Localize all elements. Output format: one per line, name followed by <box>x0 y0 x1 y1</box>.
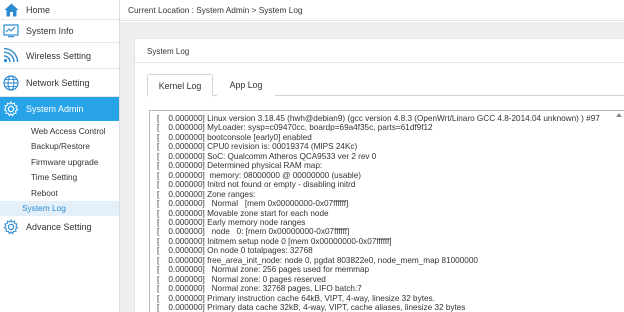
sidebar-item-label: System Admin <box>26 104 84 114</box>
sidebar-subitem-label: Web Access Control <box>31 125 106 136</box>
log-line: [ 0.000000] Initmem setup node 0 [mem 0x… <box>157 236 392 246</box>
sidebar-item-home[interactable]: Home <box>0 0 119 20</box>
log-line: [ 0.000000] Early memory node ranges <box>157 217 306 227</box>
top-bar: Current Location : System Admin > System… <box>120 0 624 21</box>
sidebar-item-label: Home <box>26 4 51 15</box>
log-line: [ 0.000000] CPU0 revision is: 00019374 (… <box>157 142 358 152</box>
gear-icon <box>3 219 19 235</box>
breadcrumb: Current Location : System Admin > System… <box>128 5 303 15</box>
sidebar-subitem-reboot[interactable]: Reboot <box>0 185 119 201</box>
monitor-icon <box>3 23 19 39</box>
log-line: [ 0.000000] Zone ranges: <box>157 189 256 199</box>
log-lines: [ 0.000000] Linux version 3.18.45 (hwh@d… <box>157 114 614 312</box>
tab-app-log[interactable]: App Log <box>217 74 275 96</box>
sidebar-item-system-admin[interactable]: System Admin <box>0 97 119 121</box>
log-line: [ 0.000000] Normal zone: 32768 pages, LI… <box>157 284 362 294</box>
log-tabs: Kernel Log App Log <box>147 74 624 97</box>
globe-icon <box>3 74 19 91</box>
log-line: [ 0.000000] Normal zone: 256 pages used … <box>157 265 370 275</box>
home-icon <box>3 2 19 18</box>
system-log-panel: System Log Kernel Log App Log [ 0.000000… <box>134 38 624 312</box>
sidebar-subitem-label: Time Setting <box>31 172 78 183</box>
sidebar-subitem-system-log[interactable]: System Log <box>0 200 119 216</box>
log-line: [ 0.000000] Primary instruction cache 64… <box>157 293 435 303</box>
sidebar-item-wireless-setting[interactable]: Wireless Setting <box>0 43 119 69</box>
sidebar-item-label: Wireless Setting <box>26 50 92 61</box>
log-line: [ 0.000000] memory: 08000000 @ 00000000 … <box>157 170 362 180</box>
log-line: [ 0.000000] Normal zone: 0 pages reserve… <box>157 274 326 284</box>
log-line: [ 0.000000] Determined physical RAM map: <box>157 161 323 171</box>
sidebar-subitem-label: Backup/Restore <box>31 141 91 152</box>
sidebar-subitem-time-setting[interactable]: Time Setting <box>0 170 119 186</box>
log-line: [ 0.000000] Primary data cache 32kB, 4-w… <box>157 303 466 312</box>
sidebar-subitem-firmware-upgrade[interactable]: Firmware upgrade <box>0 154 119 170</box>
log-line: [ 0.000000] Linux version 3.18.45 (hwh@d… <box>157 114 600 123</box>
log-textarea[interactable]: [ 0.000000] Linux version 3.18.45 (hwh@d… <box>149 110 624 312</box>
sidebar-item-label: Advance Setting <box>26 222 92 232</box>
sidebar-item-network-setting[interactable]: Network Setting <box>0 69 119 97</box>
sidebar-subitem-label: System Log <box>22 203 66 214</box>
page-title: System Log <box>147 47 190 56</box>
log-line: [ 0.000000] Initrd not found or empty - … <box>157 180 356 190</box>
log-line: [ 0.000000] Normal [mem 0x00000000-0x07f… <box>157 199 349 209</box>
panel-header: System Log <box>135 39 624 63</box>
sidebar-subitem-label: Firmware upgrade <box>31 156 99 167</box>
log-line: [ 0.000000] Movable zone start for each … <box>157 208 329 218</box>
gear-icon <box>3 101 19 117</box>
sidebar-subitem-web-access-control[interactable]: Web Access Control <box>0 123 119 139</box>
main-content: System Log Kernel Log App Log [ 0.000000… <box>120 22 624 312</box>
log-line: [ 0.000000] MyLoader: sysp=c09470cc, boa… <box>157 123 433 133</box>
log-line: [ 0.000000] SoC: Qualcomm Atheros QCA953… <box>157 151 377 161</box>
scroll-up-arrow-icon[interactable] <box>616 113 622 117</box>
sidebar-subitem-label: Reboot <box>31 187 58 198</box>
log-line: [ 0.000000] bootconsole [early0] enabled <box>157 132 312 142</box>
log-line: [ 0.000000] free_area_init_node: node 0,… <box>157 255 478 265</box>
sidebar-item-system-info[interactable]: System Info <box>0 20 119 43</box>
tab-kernel-log[interactable]: Kernel Log <box>147 74 213 97</box>
log-line: [ 0.000000] On node 0 totalpages: 32768 <box>157 246 313 256</box>
wifi-icon <box>3 48 19 64</box>
sidebar-item-advance-setting[interactable]: Advance Setting <box>0 216 119 238</box>
sidebar-subitem-backup-restore[interactable]: Backup/Restore <box>0 139 119 155</box>
sidebar: Home System Info Wireless Setting Networ… <box>0 0 120 312</box>
sidebar-item-label: System Info <box>26 26 74 36</box>
sidebar-item-label: Network Setting <box>26 77 90 88</box>
log-line: [ 0.000000] node 0: [mem 0x00000000-0x07… <box>157 227 350 237</box>
